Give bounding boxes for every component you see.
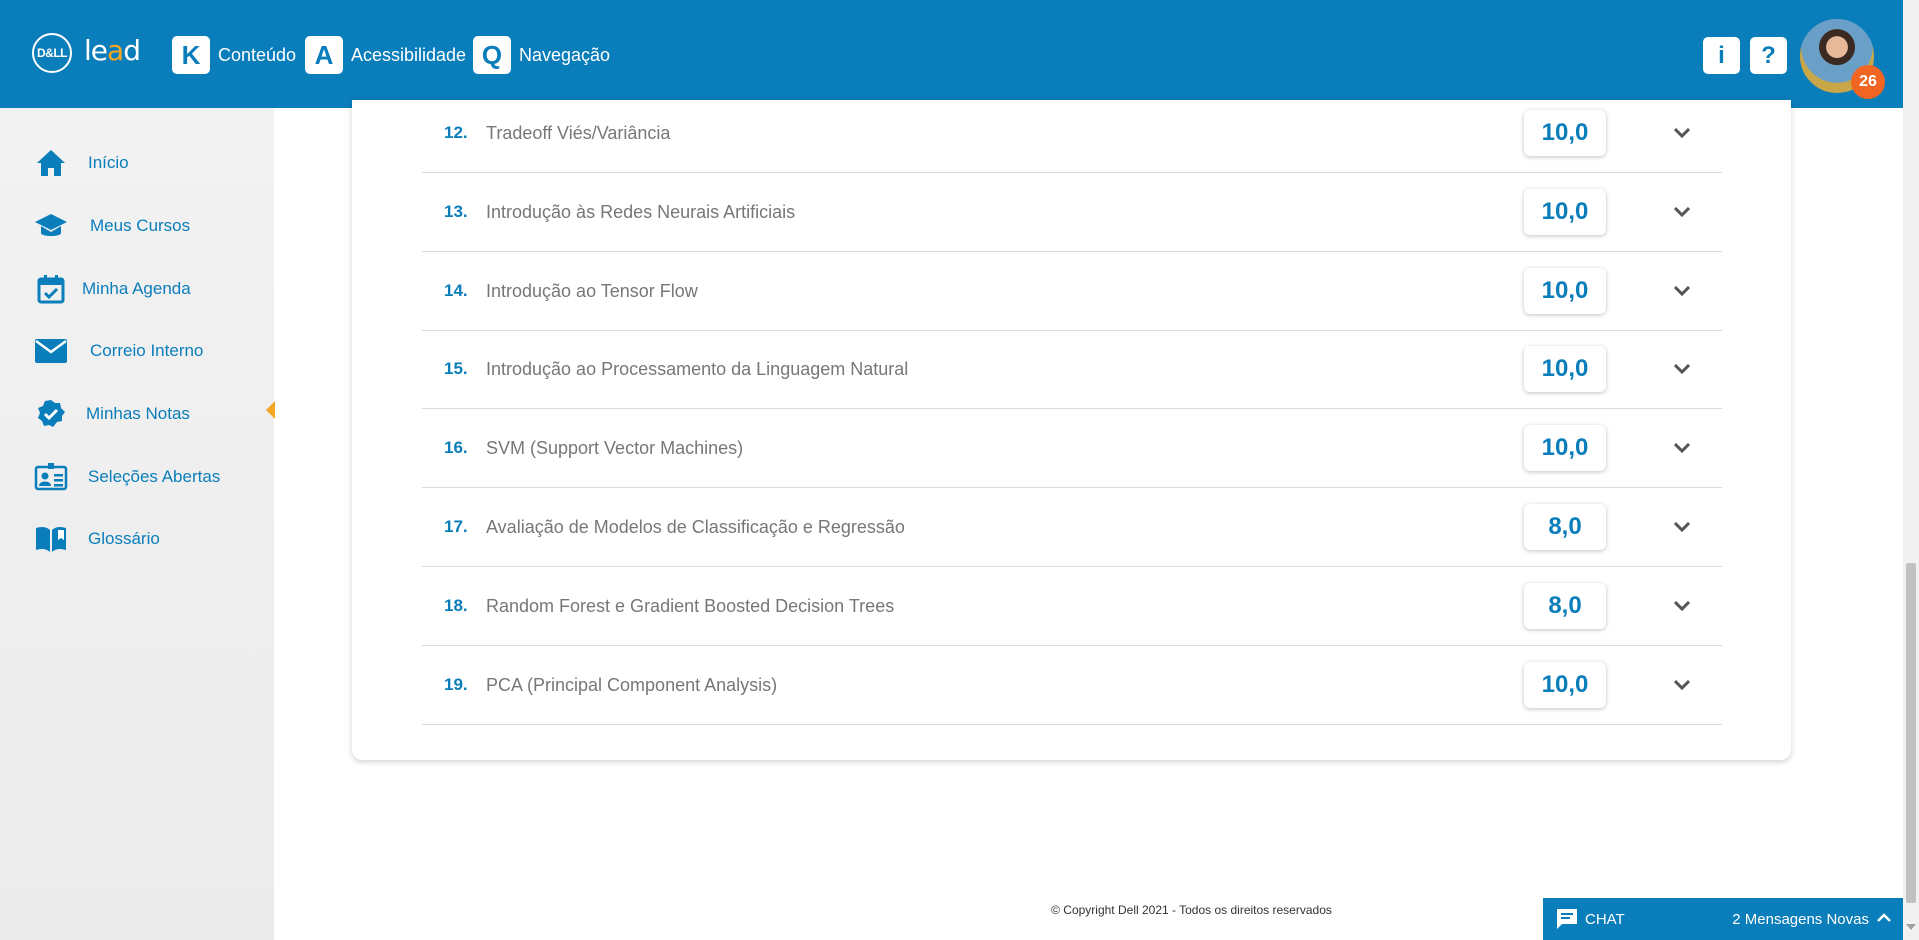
home-icon — [34, 146, 68, 180]
grade-value: 10,0 — [1524, 346, 1606, 392]
grade-row[interactable]: 18. Random Forest e Gradient Boosted Dec… — [422, 567, 1722, 646]
sidebar-item-label: Meus Cursos — [90, 216, 191, 235]
info-button[interactable]: i — [1703, 37, 1740, 74]
module-title: Introdução ao Processamento da Linguagem… — [486, 358, 909, 379]
sidebar-item-label: Correio Interno — [90, 341, 204, 360]
module-number: 15. — [444, 359, 468, 378]
chevron-down-icon[interactable] — [1672, 202, 1692, 222]
grade-value: 10,0 — [1524, 268, 1606, 314]
module-number: 18. — [444, 596, 468, 615]
lead-logo-o: a — [107, 34, 124, 67]
top-header: D&LL lead K Conteúdo A Acessibilidade Q … — [0, 0, 1903, 108]
chevron-down-icon[interactable] — [1672, 281, 1692, 301]
sidebar-item-label: Minha Agenda — [82, 279, 191, 298]
grade-row[interactable]: 13. Introdução às Redes Neurais Artifici… — [422, 173, 1722, 252]
module-title: PCA (Principal Component Analysis) — [486, 674, 778, 695]
scroll-down-arrow-icon[interactable] — [1906, 924, 1916, 930]
dell-logo[interactable]: D&LL — [32, 33, 72, 73]
shortcut-conteudo[interactable]: K Conteúdo — [172, 36, 296, 74]
chat-label: CHAT — [1585, 910, 1625, 928]
module-number: 14. — [444, 281, 468, 300]
graduation-cap-icon — [34, 209, 68, 243]
lead-logo[interactable]: lead — [84, 34, 141, 67]
chevron-down-icon[interactable] — [1672, 123, 1692, 143]
grade-value: 10,0 — [1524, 662, 1606, 708]
active-indicator — [266, 401, 275, 419]
grade-value: 10,0 — [1524, 189, 1606, 235]
shortcut-acessibilidade[interactable]: A Acessibilidade — [305, 36, 466, 74]
chevron-down-icon[interactable] — [1672, 675, 1692, 695]
grade-value: 8,0 — [1524, 583, 1606, 629]
sidebar-item-meus-cursos[interactable]: Meus Cursos — [34, 208, 190, 244]
sidebar-item-minhas-notas[interactable]: Minhas Notas — [34, 396, 190, 432]
shortcut-label: Navegação — [519, 44, 611, 65]
sidebar-item-label: Glossário — [88, 529, 160, 548]
lead-logo-prefix: le — [84, 34, 108, 67]
chevron-down-icon[interactable] — [1672, 438, 1692, 458]
grade-row[interactable]: 19. PCA (Principal Component Analysis) 1… — [422, 646, 1722, 725]
sidebar-item-label: Início — [88, 153, 129, 172]
badge-check-icon — [34, 397, 68, 431]
grade-row[interactable]: 17. Avaliação de Modelos de Classificaçã… — [422, 488, 1722, 567]
grade-value: 8,0 — [1524, 504, 1606, 550]
shortcut-key: K — [172, 36, 210, 74]
shortcut-key: Q — [473, 36, 511, 74]
grade-row[interactable]: 15. Introdução ao Processamento da Lingu… — [422, 330, 1722, 409]
module-title: Introdução ao Tensor Flow — [486, 280, 698, 301]
chevron-down-icon[interactable] — [1672, 596, 1692, 616]
module-number: 13. — [444, 202, 468, 221]
sidebar-item-minha-agenda[interactable]: Minha Agenda — [34, 271, 191, 307]
module-number: 12. — [444, 123, 468, 142]
sidebar-item-label: Minhas Notas — [86, 404, 190, 423]
shortcut-label: Acessibilidade — [351, 44, 467, 65]
module-number: 17. — [444, 517, 468, 536]
grade-value: 10,0 — [1524, 110, 1606, 156]
calendar-check-icon — [34, 272, 68, 306]
id-card-icon — [34, 460, 68, 494]
chevron-down-icon[interactable] — [1672, 359, 1692, 379]
sidebar-item-correio-interno[interactable]: Correio Interno — [34, 333, 203, 369]
grade-row[interactable]: 14. Introdução ao Tensor Flow 10,0 — [422, 252, 1722, 331]
grade-row[interactable]: 16. SVM (Support Vector Machines) 10,0 — [422, 409, 1722, 488]
module-number: 19. — [444, 675, 468, 694]
module-title: Introdução às Redes Neurais Artificiais — [486, 201, 796, 222]
module-title: Avaliação de Modelos de Classificação e … — [486, 516, 905, 537]
lead-logo-suffix: d — [123, 34, 141, 67]
module-title: Random Forest e Gradient Boosted Decisio… — [486, 595, 895, 616]
new-messages-count: 2 Mensagens Novas — [1732, 910, 1869, 928]
sidebar-item-label: Seleções Abertas — [88, 467, 221, 486]
shortcut-navegacao[interactable]: Q Navegação — [473, 36, 610, 74]
chevron-down-icon[interactable] — [1672, 517, 1692, 537]
sidebar-item-inicio[interactable]: Início — [34, 145, 129, 181]
shortcut-key: A — [305, 36, 343, 74]
scrollbar-thumb[interactable] — [1906, 563, 1916, 903]
book-icon — [34, 522, 68, 556]
envelope-icon — [34, 334, 68, 368]
chat-bar[interactable]: CHAT 2 Mensagens Novas — [1543, 898, 1903, 940]
help-button[interactable]: ? — [1750, 37, 1787, 74]
module-number: 16. — [444, 438, 468, 457]
sidebar-item-selecoes-abertas[interactable]: Seleções Abertas — [34, 459, 220, 495]
chat-icon — [1555, 907, 1579, 931]
chevron-up-icon[interactable] — [1877, 910, 1891, 928]
grade-value: 10,0 — [1524, 425, 1606, 471]
module-title: Tradeoff Viés/Variância — [486, 122, 671, 143]
notification-badge[interactable]: 26 — [1851, 65, 1885, 99]
shortcut-label: Conteúdo — [218, 44, 297, 65]
grade-row[interactable]: 12. Tradeoff Viés/Variância 10,0 — [422, 94, 1722, 173]
module-title: SVM (Support Vector Machines) — [486, 437, 744, 458]
sidebar-item-glossario[interactable]: Glossário — [34, 521, 160, 557]
